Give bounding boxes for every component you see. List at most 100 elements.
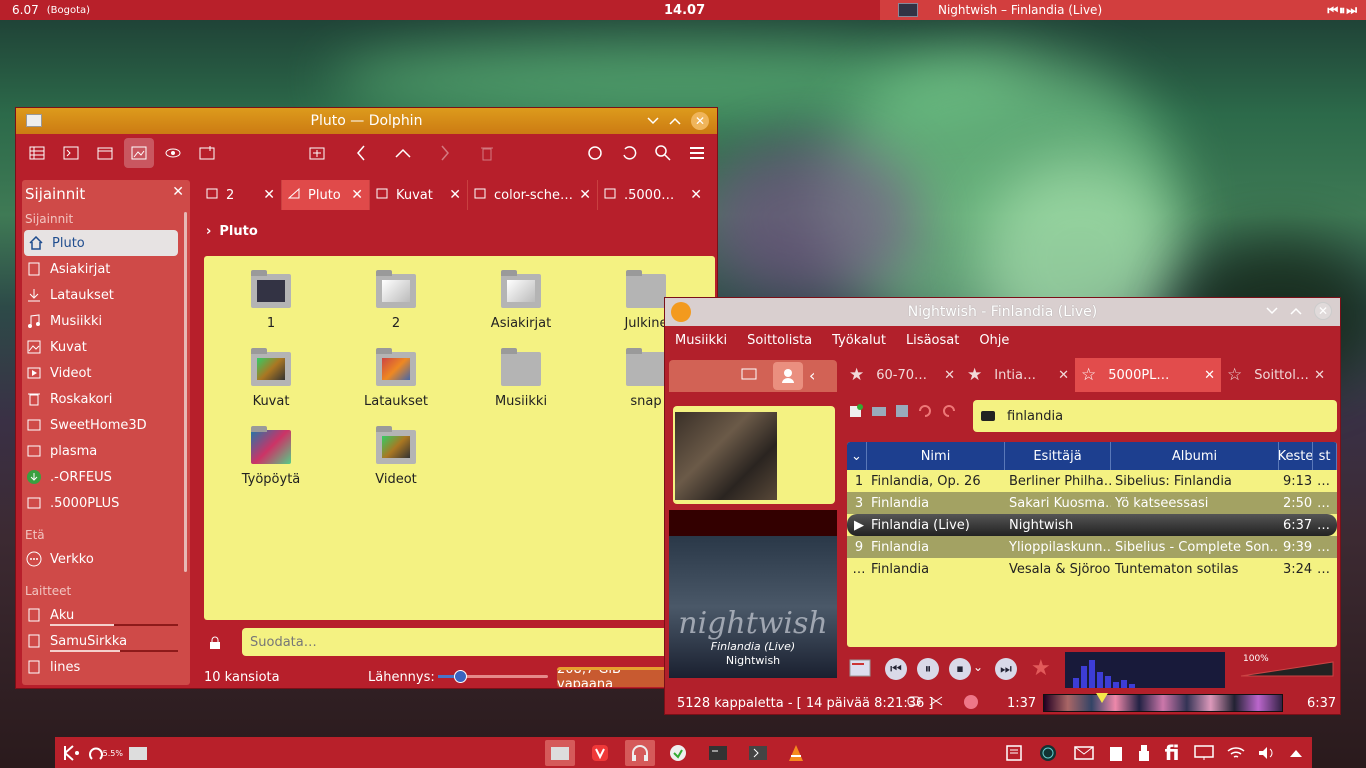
previous-button[interactable]: ⏮ [1327, 3, 1338, 18]
playlist-settings-icon[interactable] [849, 658, 871, 682]
love-star-icon[interactable]: ★ [1031, 656, 1051, 681]
pause-button[interactable]: ⏸ [917, 658, 939, 680]
volume-icon[interactable] [1251, 740, 1281, 766]
pause-button[interactable]: ⏸ [1339, 3, 1345, 18]
load-playlist-icon[interactable] [871, 404, 887, 422]
notes-icon[interactable] [999, 740, 1029, 766]
next-track-button[interactable]: ⏭ [995, 658, 1017, 680]
column-albumi[interactable]: Albumi [1111, 442, 1279, 470]
terminal-icon[interactable] [56, 138, 86, 168]
tab-kuvat[interactable]: Kuvat ✕ [370, 180, 468, 210]
sort-chevron-icon[interactable]: ⌄ [847, 442, 867, 470]
seek-bar[interactable] [1043, 693, 1283, 712]
place-asiakirjat[interactable]: Asiakirjat [22, 256, 178, 282]
new-window-icon[interactable] [90, 138, 120, 168]
playlist-table[interactable]: ⌄ Nimi Esittäjä Albumi Keste st 1 Finland… [847, 442, 1337, 647]
new-tab-icon[interactable] [302, 138, 332, 168]
menu-lisaosat[interactable]: Lisäosat [906, 333, 959, 348]
tab-playlist-soittolista[interactable]: ☆ Soittol… ✕ [1221, 358, 1331, 392]
close-tab-icon[interactable]: ✕ [690, 187, 702, 203]
file-item[interactable]: 2 [346, 270, 446, 331]
device-samusirkka[interactable]: SamuSirkka [22, 628, 178, 654]
place-sweethome3d[interactable]: SweetHome3D [22, 412, 178, 438]
clear-search-icon[interactable] [981, 411, 995, 421]
back-icon[interactable] [346, 138, 376, 168]
clock-left[interactable]: 6.07 [12, 3, 39, 17]
files-icon[interactable] [123, 740, 153, 766]
table-row[interactable]: 3 Finlandia Sakari Kuosma… Yö katseessasi 2:… [847, 492, 1337, 514]
device-aku[interactable]: Aku [22, 602, 178, 628]
place-verkko[interactable]: Verkko [22, 546, 178, 572]
trash-icon[interactable] [472, 138, 502, 168]
table-row[interactable]: 9 Finlandia Ylioppilaskunn… Sibelius - Comp… [847, 536, 1337, 558]
headphones-icon[interactable] [625, 740, 655, 766]
free-space-indicator[interactable]: 208,7 GiB vapaana [557, 667, 677, 687]
minimize-button[interactable] [1266, 307, 1278, 315]
places-scrollbar[interactable] [184, 212, 187, 572]
minimize-button[interactable] [647, 117, 659, 125]
messenger-icon[interactable] [663, 740, 693, 766]
tray-expand-icon[interactable] [1281, 740, 1311, 766]
split-view-icon[interactable] [192, 138, 222, 168]
fi-language-icon[interactable]: fi [1157, 740, 1187, 766]
stop-button[interactable]: ⏹ [949, 658, 971, 680]
maximize-button[interactable] [669, 117, 681, 125]
up-icon[interactable] [388, 138, 418, 168]
maximize-button[interactable] [1290, 307, 1302, 315]
undo-icon[interactable] [614, 138, 644, 168]
wifi-icon[interactable] [1221, 740, 1251, 766]
previous-track-button[interactable]: ⏮ [885, 658, 907, 680]
vivaldi-icon[interactable] [585, 740, 615, 766]
table-row[interactable]: 1 Finlandia, Op. 26 Berliner Philha… Sibeli… [847, 470, 1337, 492]
tab-playlist-intia[interactable]: ★ Intia… ✕ [961, 358, 1075, 392]
tab-playlist-5000plus[interactable]: ☆ 5000PL… ✕ [1075, 358, 1221, 392]
save-playlist-icon[interactable] [895, 404, 909, 422]
artist-info-icon[interactable] [773, 362, 803, 390]
menu-icon[interactable] [682, 138, 712, 168]
column-nimi[interactable]: Nimi [867, 442, 1005, 470]
menu-musiikki[interactable]: Musiikki [675, 333, 727, 348]
file-view[interactable]: 1 2 Asiakirjat Julkine Kuvat Lataukset M… [204, 256, 715, 620]
album-cover[interactable]: nightwish Finlandia (Live) Nightwish [669, 536, 837, 678]
column-esittaja[interactable]: Esittäjä [1005, 442, 1111, 470]
preview-icon[interactable] [124, 138, 154, 168]
clipboard-icon[interactable] [1101, 740, 1131, 766]
close-tab-icon[interactable]: ✕ [1204, 368, 1215, 383]
battery-widget[interactable]: 5.5% [89, 740, 123, 766]
file-item[interactable]: Kuvat [221, 348, 321, 409]
lastfm-icon[interactable] [963, 694, 979, 714]
menu-tyokalut[interactable]: Työkalut [832, 333, 886, 348]
close-tab-icon[interactable]: ✕ [263, 187, 275, 203]
place-roskakori[interactable]: Roskakori [22, 386, 178, 412]
playlist-search-input[interactable]: finlandia [973, 400, 1337, 432]
shuffle-icon[interactable] [929, 695, 943, 711]
tab-5000[interactable]: .5000… ✕ [598, 180, 708, 210]
file-item[interactable]: Musiikki [471, 348, 571, 409]
place-lataukset[interactable]: Lataukset [22, 282, 178, 308]
now-playing-widget[interactable]: Nightwish – Finlandia (Live) ⏮ ⏸ ⏭ [880, 0, 1366, 20]
close-tab-icon[interactable]: ✕ [449, 187, 461, 203]
usb-icon[interactable] [1129, 740, 1159, 766]
file-item[interactable]: Lataukset [346, 348, 446, 409]
lock-icon[interactable] [209, 636, 221, 654]
chevron-down-icon[interactable]: ⌄ [973, 660, 983, 674]
file-item[interactable]: Asiakirjat [471, 270, 571, 331]
place-orfeus[interactable]: .-ORFEUS [22, 464, 178, 490]
visualizer[interactable] [1065, 652, 1225, 688]
weather-icon[interactable] [1033, 740, 1063, 766]
zoom-slider[interactable] [438, 670, 548, 683]
close-button[interactable]: ✕ [1314, 302, 1332, 320]
tab-playlist-60-70[interactable]: ★ 60-70… ✕ [843, 358, 961, 392]
seek-handle[interactable] [1096, 693, 1108, 703]
details-view-icon[interactable] [22, 138, 52, 168]
close-button[interactable]: ✕ [691, 112, 709, 130]
new-playlist-icon[interactable] [849, 404, 863, 422]
file-item[interactable]: 1 [221, 270, 321, 331]
show-hidden-icon[interactable] [158, 138, 188, 168]
collapse-icon[interactable]: ‹ [809, 366, 815, 385]
library-icon[interactable] [741, 368, 757, 384]
close-tab-icon[interactable]: ✕ [579, 187, 591, 203]
column-kesto[interactable]: Keste [1279, 442, 1313, 470]
place-plasma[interactable]: plasma [22, 438, 178, 464]
place-videot[interactable]: Videot [22, 360, 178, 386]
